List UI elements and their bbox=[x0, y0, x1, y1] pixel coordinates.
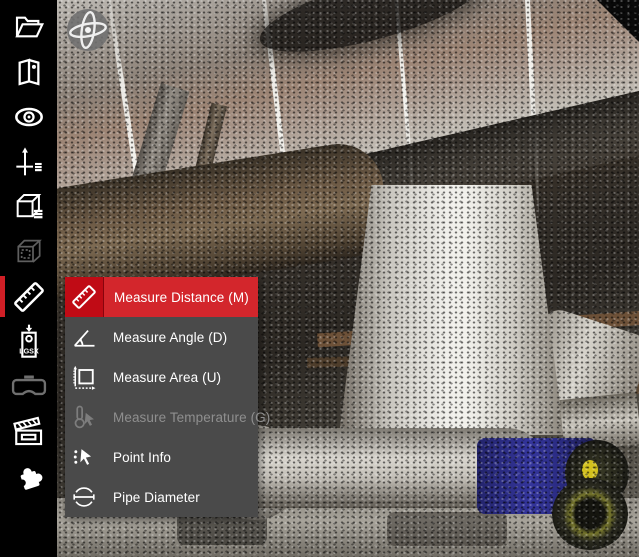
app-window: LGSX bbox=[0, 0, 639, 557]
sidebar-item-vr-mode bbox=[0, 364, 57, 409]
sidebar-item-overview-map[interactable] bbox=[0, 49, 57, 94]
sidebar-item-clipping-box bbox=[0, 229, 57, 274]
measure-context-menu: Measure Distance (M) Measure Angle (D) bbox=[65, 277, 258, 517]
menu-item-label: Pipe Diameter bbox=[103, 477, 258, 517]
menu-item-measure-distance[interactable]: Measure Distance (M) bbox=[65, 277, 258, 317]
thermometer-icon bbox=[65, 397, 103, 437]
axis-list-icon bbox=[13, 144, 45, 180]
menu-item-point-info[interactable]: Point Info bbox=[65, 437, 258, 477]
ruler-icon bbox=[65, 277, 104, 317]
lgsx-label: LGSX bbox=[19, 346, 39, 355]
sidebar-item-measure[interactable] bbox=[0, 274, 57, 319]
menu-item-measure-angle[interactable]: Measure Angle (D) bbox=[65, 317, 258, 357]
menu-item-measure-temperature: Measure Temperature (G) bbox=[65, 397, 258, 437]
cube-dashed-icon bbox=[13, 236, 45, 268]
menu-item-label: Point Info bbox=[103, 437, 258, 477]
sidebar-item-export-lgsx[interactable]: LGSX bbox=[0, 319, 57, 364]
menu-item-label: Measure Area (U) bbox=[103, 357, 258, 397]
clapperboard-icon bbox=[12, 415, 46, 449]
cube-list-icon bbox=[12, 190, 46, 224]
ruler-icon bbox=[11, 279, 47, 315]
puzzle-icon bbox=[12, 460, 46, 494]
menu-item-label: Measure Angle (D) bbox=[103, 317, 258, 357]
tool-sidebar: LGSX bbox=[0, 0, 57, 557]
active-tool-indicator bbox=[0, 276, 5, 317]
folded-map-icon bbox=[13, 56, 45, 88]
area-icon bbox=[65, 357, 103, 397]
menu-item-label: Measure Distance (M) bbox=[104, 277, 258, 317]
sidebar-item-view[interactable] bbox=[0, 94, 57, 139]
eye-icon bbox=[12, 101, 46, 133]
sidebar-item-open[interactable] bbox=[0, 4, 57, 49]
sidebar-item-elevation-list[interactable] bbox=[0, 139, 57, 184]
sidebar-item-plugins[interactable] bbox=[0, 454, 57, 499]
orbit-gyroscope-icon[interactable] bbox=[65, 7, 111, 53]
folder-open-icon bbox=[13, 11, 45, 43]
menu-item-pipe-diameter[interactable]: Pipe Diameter bbox=[65, 477, 258, 517]
menu-item-label: Measure Temperature (G) bbox=[103, 397, 270, 437]
sidebar-item-video[interactable] bbox=[0, 409, 57, 454]
angle-icon bbox=[65, 317, 103, 357]
lgsx-tag-icon: LGSX bbox=[13, 323, 45, 361]
menu-item-measure-area[interactable]: Measure Area (U) bbox=[65, 357, 258, 397]
sidebar-item-clipping-box-list[interactable] bbox=[0, 184, 57, 229]
point-info-icon bbox=[65, 437, 103, 477]
pipe-diameter-icon bbox=[65, 477, 103, 517]
vr-goggles-icon bbox=[11, 372, 47, 402]
